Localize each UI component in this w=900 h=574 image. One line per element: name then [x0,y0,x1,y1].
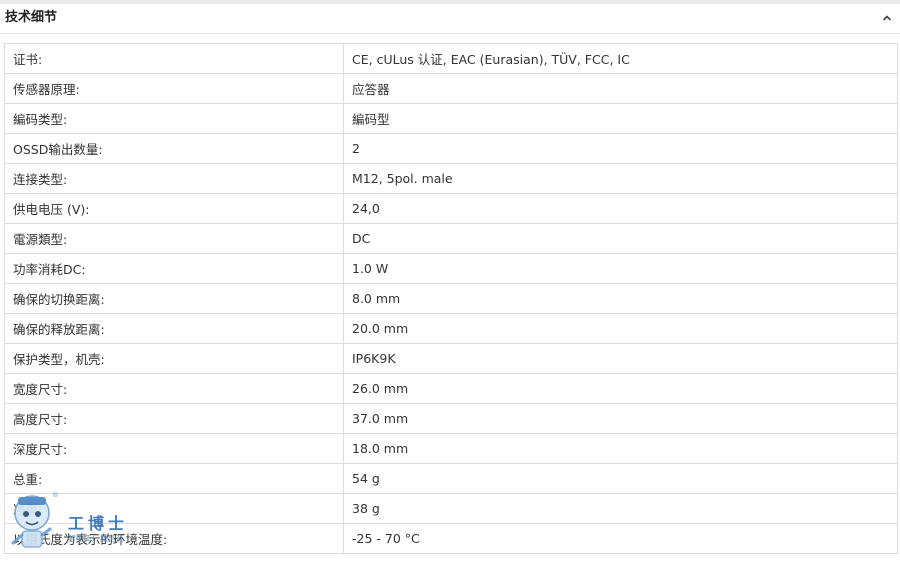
section-title: 技术细节 [5,10,58,25]
chevron-up-icon [882,8,892,27]
spec-table: 证书: CE, cULus 认证, EAC (Eurasian), TÜV, FC… [4,43,898,554]
spec-label: 传感器原理: [4,73,344,104]
table-row: 高度尺寸: 37.0 mm [4,403,898,434]
table-row: 确保的切换距离: 8.0 mm [4,283,898,314]
table-row: 以摄氏度为表示的环境温度: -25 - 70 °C [4,523,898,554]
table-row: 确保的释放距离: 20.0 mm [4,313,898,344]
table-row: 電源類型: DC [4,223,898,254]
spec-label: OSSD输出数量: [4,133,344,164]
spec-value: 編码型 [343,103,898,134]
spec-label: 高度尺寸: [4,403,344,434]
spec-value: 38 g [343,493,898,524]
spec-value: IP6K9K [343,343,898,374]
table-row: 宽度尺寸: 26.0 mm [4,373,898,404]
spec-value: -25 - 70 °C [343,523,898,554]
spec-label: 供电电压 (V): [4,193,344,224]
spec-value: 37.0 mm [343,403,898,434]
spec-label: 总重: [4,463,344,494]
spec-label: 连接类型: [4,163,344,194]
collapse-button[interactable] [878,8,896,26]
spec-label: 净重: [4,493,344,524]
spec-value: 24,0 [343,193,898,224]
spec-label: 证书: [4,43,344,74]
table-row: 深度尺寸: 18.0 mm [4,433,898,464]
spec-label: 确保的切换距离: [4,283,344,314]
spec-label: 确保的释放距离: [4,313,344,344]
spec-label: 功率消耗DC: [4,253,344,284]
table-row: 总重: 54 g [4,463,898,494]
spec-label: 編码类型: [4,103,344,134]
spec-value: 1.0 W [343,253,898,284]
table-row: 供电电压 (V): 24,0 [4,193,898,224]
spec-label: 保护类型，机壳: [4,343,344,374]
table-row: 編码类型: 編码型 [4,103,898,134]
spec-value: 26.0 mm [343,373,898,404]
table-row: 净重: 38 g [4,493,898,524]
table-row: 保护类型，机壳: IP6K9K [4,343,898,374]
spec-label: 以摄氏度为表示的环境温度: [4,523,344,554]
spec-value: 18.0 mm [343,433,898,464]
spec-value: 8.0 mm [343,283,898,314]
spec-value: 54 g [343,463,898,494]
spec-value: 2 [343,133,898,164]
table-row: OSSD输出数量: 2 [4,133,898,164]
spec-value: CE, cULus 认证, EAC (Eurasian), TÜV, FCC, … [343,43,898,74]
table-row: 传感器原理: 应答器 [4,73,898,104]
section-header[interactable]: 技术细节 [0,4,900,34]
table-row: 连接类型: M12, 5pol. male [4,163,898,194]
spec-value: 20.0 mm [343,313,898,344]
spec-value: M12, 5pol. male [343,163,898,194]
spec-label: 電源類型: [4,223,344,254]
spec-value: DC [343,223,898,254]
table-row: 证书: CE, cULus 认证, EAC (Eurasian), TÜV, FC… [4,43,898,74]
spec-label: 宽度尺寸: [4,373,344,404]
spec-label: 深度尺寸: [4,433,344,464]
spec-value: 应答器 [343,73,898,104]
table-row: 功率消耗DC: 1.0 W [4,253,898,284]
